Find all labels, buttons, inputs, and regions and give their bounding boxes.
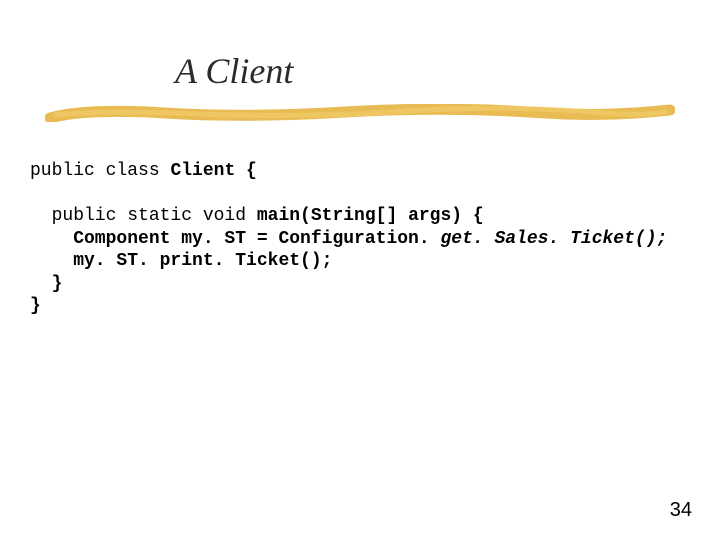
code-line-1-rest: Client { <box>170 161 256 181</box>
code-line-4: my. ST. print. Ticket(); <box>30 251 332 271</box>
brush-stroke-icon <box>45 104 675 122</box>
code-line-2-kw: public static void <box>30 206 257 226</box>
code-line-2-rest: main(String[] args) { <box>257 206 484 226</box>
title-underline <box>45 104 675 122</box>
code-block: public class Client { public static void… <box>30 160 667 318</box>
code-line-6: } <box>30 296 41 316</box>
code-line-5: } <box>30 274 62 294</box>
code-line-1-kw: public class <box>30 161 170 181</box>
code-line-3-a: Component my. ST = Configuration. <box>30 229 440 249</box>
slide: A Client public class Client { public st… <box>0 0 720 540</box>
code-line-3-call: get. Sales. Ticket(); <box>440 229 667 249</box>
slide-title: A Client <box>175 50 293 92</box>
page-number: 34 <box>670 499 692 522</box>
